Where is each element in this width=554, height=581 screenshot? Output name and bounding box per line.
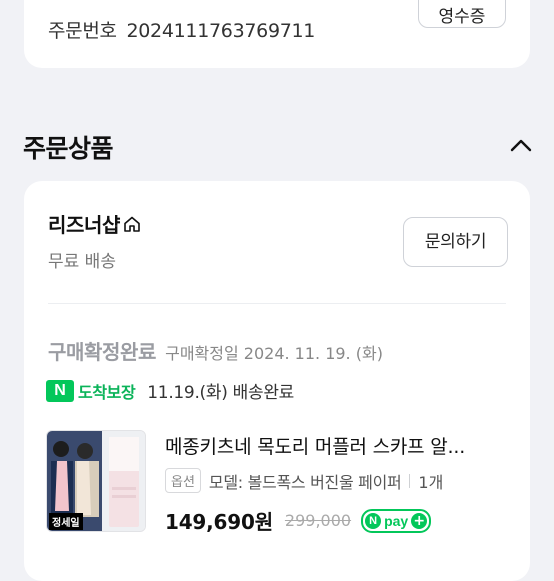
option-text: 모델: 볼드폭스 버진울 페이퍼 <box>208 472 402 492</box>
delivery-info: N 도착보장 11.19.(화) 배송완료 <box>46 378 294 403</box>
product-option: 옵션 모델: 볼드폭스 버진울 페이퍼 1개 <box>165 468 443 493</box>
chevron-up-icon[interactable] <box>508 133 534 159</box>
receipt-button[interactable]: 영수증 <box>418 0 506 28</box>
price: 149,690원 <box>165 510 273 534</box>
npay-n-icon: N <box>365 512 382 529</box>
price-row: 149,690원 299,000 N pay + <box>165 506 432 535</box>
option-chip: 옵션 <box>165 468 201 493</box>
product-thumbnail[interactable]: 정세일 <box>46 430 146 532</box>
section-title: 주문상품 <box>23 134 114 163</box>
home-icon <box>124 216 140 232</box>
product-title[interactable]: 메종키츠네 목도리 머플러 스카프 알... <box>165 432 465 459</box>
npay-plus-badge: N pay + <box>361 508 432 533</box>
thumb-caption: 정세일 <box>49 513 83 530</box>
order-item-card: 리즈너샵 무료 배송 문의하기 구매확정완료 구매확정일 2024. 11. 1… <box>24 181 530 581</box>
confirm-date: 구매확정일 2024. 11. 19. (화) <box>165 344 383 363</box>
original-price: 299,000 <box>284 511 352 530</box>
inquiry-button[interactable]: 문의하기 <box>403 217 508 267</box>
order-number-value: 2024111763769711 <box>126 20 316 42</box>
order-status: 구매확정완료 구매확정일 2024. 11. 19. (화) <box>48 336 383 365</box>
order-info-card: 주문번호 2024111763769711 영수증 <box>24 0 530 68</box>
order-number: 주문번호 2024111763769711 <box>48 16 315 43</box>
shipping-info: 무료 배송 <box>48 252 116 272</box>
store-name[interactable]: 리즈너샵 <box>48 209 142 238</box>
naver-n-icon: N <box>46 379 74 402</box>
quantity: 1개 <box>418 472 444 492</box>
delivery-status: 11.19.(화) 배송완료 <box>147 383 295 403</box>
plus-icon: + <box>411 512 428 529</box>
order-number-label: 주문번호 <box>48 20 117 42</box>
arrival-guarantee-label: 도착보장 <box>78 382 136 402</box>
status-label: 구매확정완료 <box>48 340 156 364</box>
npay-text: pay <box>384 512 409 529</box>
option-separator <box>409 473 411 488</box>
divider <box>48 303 506 304</box>
store-name-label: 리즈너샵 <box>48 213 120 237</box>
